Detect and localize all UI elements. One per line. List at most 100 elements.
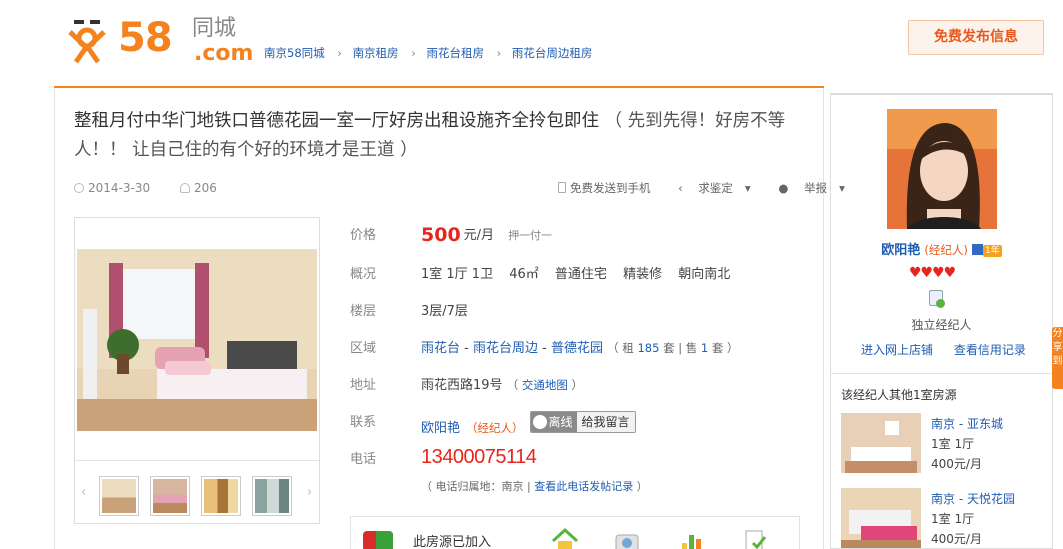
main-photo[interactable] bbox=[77, 249, 317, 431]
phone-icon bbox=[558, 182, 566, 193]
thumbnail-strip: ‹ › bbox=[75, 460, 319, 522]
agent-name-link[interactable]: 欧阳艳 bbox=[881, 243, 920, 258]
address-value: 雨花西路19号 （ 交通地图 ） bbox=[421, 374, 583, 393]
overview-label: 概况 bbox=[350, 267, 377, 282]
logo-number: 58 bbox=[118, 15, 173, 61]
area-size-text: 46㎡ bbox=[509, 267, 539, 282]
thumbnail[interactable] bbox=[99, 476, 139, 516]
certification-text: 此房源已加入 bbox=[413, 535, 492, 549]
breadcrumb-link[interactable]: 南京58同城 bbox=[264, 46, 325, 60]
rent-count-link[interactable]: 185 bbox=[637, 341, 659, 355]
chat-status: 离线 bbox=[548, 415, 573, 429]
list-item[interactable]: 南京 - 天悦花园 1室 1厅 400元/月 bbox=[841, 488, 1046, 548]
chart-icon bbox=[682, 535, 701, 549]
bedroom-photo-image bbox=[77, 249, 317, 431]
counts-suffix: 套 ） bbox=[711, 341, 739, 355]
listing-title: 整租月付中华门地铁口普德花园一室一厅好房出租设施齐全拎包即住 （ 先到先得！好房… bbox=[74, 107, 802, 165]
content-border-left bbox=[54, 88, 55, 549]
district-label: 区域 bbox=[350, 341, 377, 356]
listing-thumbnail[interactable] bbox=[841, 488, 921, 548]
report-label: 举报 bbox=[804, 181, 828, 195]
district-value: 雨花台 - 雨花台周边 - 普德花园 （ 租 185 套 | 售 1 套 ） bbox=[421, 337, 739, 356]
clock-icon bbox=[74, 183, 84, 193]
view-count: 206 bbox=[193, 181, 217, 195]
chevron-left-icon[interactable]: ‹ bbox=[81, 485, 86, 500]
sale-count-link[interactable]: 1 bbox=[701, 341, 708, 355]
price-amount: 500 bbox=[421, 224, 461, 246]
credit-record-link[interactable]: 查看信用记录 bbox=[954, 343, 1026, 357]
member-years-badge: 1年 bbox=[983, 245, 1002, 257]
logo-people-icon bbox=[68, 20, 106, 64]
listing-photo-image bbox=[841, 413, 921, 473]
map-link-wrap: （ 交通地图 ） bbox=[506, 378, 583, 392]
listing-rooms: 1室 1厅 bbox=[931, 437, 975, 451]
breadcrumb-separator: › bbox=[496, 46, 502, 60]
credit-hearts: ♥♥♥♥ bbox=[909, 265, 956, 281]
sidebar-divider bbox=[831, 373, 1052, 374]
listing-thumbnail[interactable] bbox=[841, 413, 921, 473]
traffic-map-link[interactable]: 交通地图 bbox=[522, 378, 568, 392]
chat-message-label: 给我留言 bbox=[576, 412, 635, 432]
chat-face-icon bbox=[532, 415, 547, 429]
send-to-phone-link[interactable]: 免费发送到手机 bbox=[558, 181, 663, 195]
verified-icon bbox=[972, 244, 984, 255]
document-check-icon bbox=[745, 530, 767, 549]
listing-name-link[interactable]: 南京 - 天悦花园 bbox=[931, 490, 1015, 507]
listing-counts: （ 租 185 套 | 售 1 套 ） bbox=[607, 341, 738, 355]
chevron-right-icon[interactable]: › bbox=[307, 485, 312, 500]
appraise-dropdown[interactable]: ‹ 求鉴定 ▾ bbox=[678, 181, 763, 195]
site-logo[interactable]: 58 同城 .com bbox=[66, 14, 254, 68]
thumbnail[interactable] bbox=[201, 476, 241, 516]
subdistrict-link[interactable]: 雨花台周边 bbox=[473, 341, 538, 356]
shield-icon bbox=[363, 531, 393, 549]
listing-price: 400元/月 bbox=[931, 532, 982, 546]
phone-label: 电话 bbox=[350, 452, 377, 467]
contact-label: 联系 bbox=[350, 415, 377, 430]
community-link[interactable]: 普德花园 bbox=[551, 341, 603, 356]
other-listings-title: 该经纪人其他1室房源 bbox=[841, 388, 957, 402]
price-unit: 元/月 bbox=[463, 228, 495, 243]
list-item[interactable]: 南京 - 亚东城 1室 1厅 400元/月 bbox=[841, 413, 1046, 473]
phone-history-link[interactable]: 查看此电话发帖记录 bbox=[534, 480, 633, 493]
agent-role: (经纪人) bbox=[924, 243, 968, 257]
contact-value: 欧阳艳 （经纪人） 离线 给我留言 bbox=[421, 411, 636, 436]
listing-meta: 2014-3-30 206 bbox=[74, 181, 217, 195]
user-icon bbox=[179, 183, 190, 193]
listing-tools: 免费发送到手机 ‹ 求鉴定 ▾ ● 举报 ▾ bbox=[558, 180, 869, 196]
breadcrumb-link[interactable]: 雨花台租房 bbox=[426, 46, 484, 60]
breadcrumb-link[interactable]: 雨花台周边租房 bbox=[512, 46, 593, 60]
send-to-phone-label: 免费发送到手机 bbox=[570, 181, 651, 195]
thumbnail[interactable] bbox=[150, 476, 190, 516]
district-link[interactable]: 雨花台 bbox=[421, 341, 460, 356]
thumbnail[interactable] bbox=[252, 476, 292, 516]
pay-method: 押一付一 bbox=[508, 229, 553, 242]
thumbnail-image bbox=[102, 479, 136, 513]
listing-photo-image bbox=[841, 488, 921, 548]
share-float-tab[interactable]: 分享到 bbox=[1052, 327, 1063, 389]
breadcrumb-link[interactable]: 南京租房 bbox=[353, 46, 399, 60]
contact-name-link[interactable]: 欧阳艳 bbox=[421, 421, 460, 436]
listing-rooms: 1室 1厅 bbox=[931, 512, 975, 526]
online-shop-link[interactable]: 进入网上店铺 bbox=[861, 343, 933, 357]
appraise-label: 求鉴定 bbox=[698, 181, 733, 195]
camera-icon bbox=[615, 534, 639, 549]
phone-location-prefix: （ 电话归属地：南京 | bbox=[421, 480, 531, 493]
agent-type: 独立经纪人 bbox=[911, 318, 972, 332]
share-icon: ‹ bbox=[678, 181, 683, 195]
leave-message-button[interactable]: 离线 给我留言 bbox=[529, 411, 636, 433]
price-label: 价格 bbox=[350, 228, 377, 243]
phone-location: （ 电话归属地：南京 | 查看此电话发帖记录 ） bbox=[421, 478, 648, 494]
avatar[interactable] bbox=[887, 109, 997, 229]
post-free-info-button[interactable]: 免费发布信息 bbox=[908, 20, 1044, 55]
decoration-text: 精装修 bbox=[623, 267, 663, 282]
chevron-down-icon: ▾ bbox=[744, 181, 751, 195]
agent-photo-image bbox=[887, 109, 997, 229]
content-border-right bbox=[823, 88, 824, 549]
district-separator: - bbox=[464, 341, 469, 356]
counts-prefix: （ 租 bbox=[607, 341, 634, 355]
counts-mid: 套 | 售 bbox=[663, 341, 698, 355]
agent-links: 进入网上店铺 查看信用记录 bbox=[861, 341, 1026, 358]
listing-name-link[interactable]: 南京 - 亚东城 bbox=[931, 415, 1003, 432]
house-type-text: 普通住宅 bbox=[554, 267, 607, 282]
logo-com: .com bbox=[194, 41, 254, 66]
